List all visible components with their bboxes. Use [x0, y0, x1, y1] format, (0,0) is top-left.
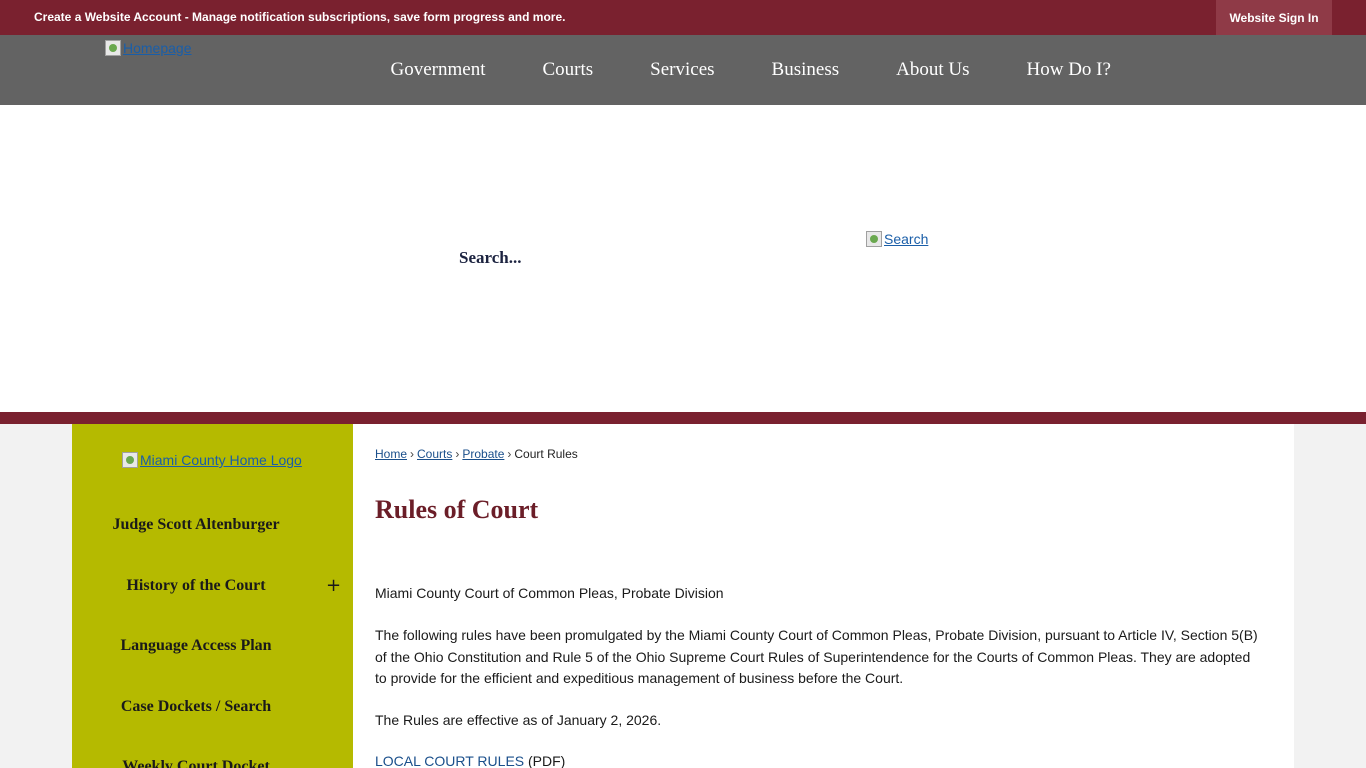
sidebar-item-weekly-docket[interactable]: Weekly Court Docket: [72, 758, 320, 768]
breadcrumb-current: Court Rules: [514, 447, 578, 461]
nav-item-government[interactable]: Government: [362, 59, 514, 81]
breadcrumb-separator: ›: [507, 447, 512, 461]
breadcrumb-separator: ›: [410, 447, 415, 461]
search-broken-image-icon: [866, 231, 882, 247]
local-court-rules-link[interactable]: LOCAL COURT RULES: [375, 753, 524, 768]
search-input[interactable]: Search...: [459, 248, 522, 268]
sidebar-item-judge[interactable]: Judge Scott Altenburger: [72, 516, 320, 534]
sidebar-logo-alt[interactable]: Miami County Home Logo: [140, 452, 302, 468]
sidebar-home-logo-link[interactable]: Miami County Home Logo: [122, 452, 302, 468]
main-nav-bar: Homepage Government Courts Services Busi…: [0, 35, 1366, 105]
nav-item-services[interactable]: Services: [622, 59, 743, 81]
local-court-rules-entry: LOCAL COURT RULES (PDF): [375, 751, 1265, 768]
nav-item-about-us[interactable]: About Us: [868, 59, 998, 81]
search-hero: Search... Search: [0, 105, 1366, 412]
breadcrumb-probate-link[interactable]: Probate: [462, 447, 504, 461]
nav-item-how-do-i[interactable]: How Do I?: [998, 59, 1139, 81]
expand-history-button[interactable]: +: [326, 575, 341, 596]
pdf-type-label: (PDF): [524, 753, 566, 768]
website-sign-in-button[interactable]: Website Sign In: [1216, 0, 1332, 35]
sidebar-item-case-dockets[interactable]: Case Dockets / Search: [72, 698, 320, 716]
sidebar-item-history[interactable]: History of the Court: [72, 577, 320, 595]
search-button-alt[interactable]: Search: [884, 231, 928, 247]
main-content: Home › Courts › Probate › Court Rules Rules of…: [353, 424, 1294, 768]
create-account-description: - Manage notification subscriptions, sav…: [181, 10, 566, 24]
sidebar-logo-broken-image-icon: [122, 452, 138, 468]
sidebar-item-language-access[interactable]: Language Access Plan: [72, 637, 320, 655]
search-button[interactable]: Search: [866, 231, 928, 247]
broken-image-icon: [105, 40, 121, 56]
effective-date-text: The Rules are effective as of January 2,…: [375, 712, 662, 728]
homepage-logo-link[interactable]: Homepage: [105, 40, 192, 56]
breadcrumb-courts-link[interactable]: Courts: [417, 447, 452, 461]
rules-description-text: The following rules have been promulgate…: [375, 627, 1258, 686]
page-title: Rules of Court: [375, 495, 539, 524]
breadcrumb-separator: ›: [455, 447, 460, 461]
create-account-label[interactable]: Create a Website Account: [34, 10, 181, 24]
homepage-logo-alt[interactable]: Homepage: [123, 40, 192, 56]
create-account-link[interactable]: Create a Website Account - Manage notifi…: [34, 10, 565, 24]
breadcrumb: Home › Courts › Probate › Court Rules: [375, 447, 578, 461]
section-divider: [0, 412, 1366, 424]
breadcrumb-home-link[interactable]: Home: [375, 447, 407, 461]
sidebar-nav: Miami County Home Logo Judge Scott Alten…: [72, 424, 353, 768]
main-menu: Government Courts Services Business Abou…: [362, 35, 1139, 105]
account-bar: Create a Website Account - Manage notifi…: [0, 0, 1366, 35]
nav-item-business[interactable]: Business: [743, 59, 868, 81]
nav-item-courts[interactable]: Courts: [514, 59, 622, 81]
court-division-text: Miami County Court of Common Pleas, Prob…: [375, 585, 724, 601]
